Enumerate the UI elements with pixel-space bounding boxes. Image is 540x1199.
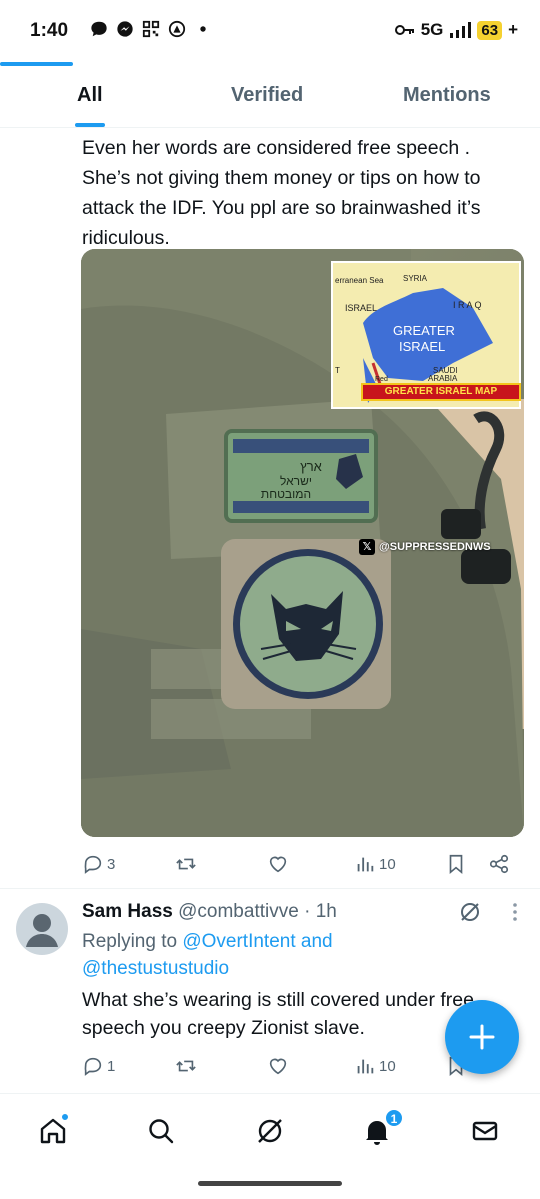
cat-patch xyxy=(221,539,391,709)
network-type: 5G xyxy=(420,20,444,39)
reply-reply-button[interactable]: 1 xyxy=(82,1055,115,1077)
analytics-icon xyxy=(357,857,374,872)
reply-author-name[interactable]: Sam Hass xyxy=(82,901,173,922)
watermark-text: @SUPPRESSEDNWS xyxy=(379,541,491,553)
views-button[interactable]: 10 xyxy=(354,853,396,875)
post-image[interactable]: ארץ ישראל המובטחת erranean Sea SYRIA ISR… xyxy=(81,249,524,837)
status-notification-icons xyxy=(80,20,212,38)
post-action-bar: 3 10 xyxy=(82,849,522,879)
map-label-iraq: I R A Q xyxy=(453,300,482,310)
mention-overtintent[interactable]: @OvertIntent xyxy=(182,931,295,952)
home-indicator xyxy=(198,1181,342,1186)
map-label-greater: GREATER xyxy=(393,323,455,338)
nav-notifications[interactable]: 1 xyxy=(362,1108,404,1148)
tab-verified[interactable]: Verified xyxy=(231,84,303,107)
grok-icon xyxy=(258,1119,282,1143)
retweet-icon xyxy=(176,858,196,870)
bottom-navigation: 1 xyxy=(0,1093,540,1171)
map-label-israel: ISRAEL xyxy=(345,303,377,313)
qr-code-icon xyxy=(142,20,160,38)
reply-view-count: 10 xyxy=(379,1057,396,1075)
like-button[interactable] xyxy=(267,853,292,875)
grok-icon[interactable] xyxy=(458,900,482,924)
home-new-dot xyxy=(60,1112,70,1122)
replying-and: and xyxy=(295,931,333,952)
app-notification-icon xyxy=(168,20,186,38)
status-bar: 1:40 5G 63 + xyxy=(0,0,540,62)
flag-patch: ארץ ישראל המובטחת xyxy=(224,429,378,523)
reply-like-button[interactable] xyxy=(267,1055,292,1077)
tab-mentions[interactable]: Mentions xyxy=(403,84,491,107)
map-label-egypt: T xyxy=(335,366,340,375)
map-label-greater-israel: ISRAEL xyxy=(399,339,445,354)
nav-grok[interactable] xyxy=(255,1116,287,1148)
post-text: Even her words are considered free speec… xyxy=(82,137,481,249)
reply-reply-count: 1 xyxy=(107,1057,116,1075)
share-button[interactable] xyxy=(488,853,510,875)
retweet-button[interactable] xyxy=(175,853,200,875)
map-label-red: Red xyxy=(375,376,388,383)
active-tab-underline xyxy=(75,123,105,127)
search-icon xyxy=(149,1119,174,1144)
compose-button[interactable] xyxy=(445,1000,519,1074)
view-count: 10 xyxy=(379,855,396,873)
map-banner: GREATER ISRAEL MAP xyxy=(361,383,521,401)
more-dot-icon xyxy=(200,26,206,32)
map-label-arabia: ARABIA xyxy=(428,374,458,383)
avatar[interactable] xyxy=(16,903,68,955)
reply-separator: · xyxy=(298,901,316,922)
heart-icon xyxy=(269,1058,287,1075)
reply-retweet-button[interactable] xyxy=(175,1055,200,1077)
battery-charging: + xyxy=(508,20,518,39)
reply-views-button[interactable]: 10 xyxy=(354,1055,396,1077)
nav-search[interactable] xyxy=(146,1116,178,1148)
tab-all[interactable]: All xyxy=(77,84,103,107)
status-right: 5G 63 + xyxy=(394,20,518,40)
reply-icon xyxy=(84,1057,102,1076)
heart-icon xyxy=(269,856,287,873)
reply-count: 3 xyxy=(107,855,116,873)
scroll-progress-indicator xyxy=(0,62,73,66)
retweet-icon xyxy=(176,1060,196,1072)
greater-israel-map-inset: erranean Sea SYRIA ISRAEL I R A Q GREATE… xyxy=(331,261,521,409)
nav-home[interactable] xyxy=(38,1112,70,1148)
replying-prefix: Replying to xyxy=(82,931,183,952)
reply-author-handle[interactable]: @combattivve xyxy=(178,901,299,922)
envelope-icon xyxy=(472,1121,498,1141)
patch-line-1: ארץ xyxy=(300,459,322,474)
bookmark-button[interactable] xyxy=(445,853,467,875)
replying-to: Replying to @OvertIntent and @thestustus… xyxy=(82,928,502,982)
notification-tabs: All Verified Mentions xyxy=(0,62,540,128)
default-avatar-icon xyxy=(26,914,58,947)
bookmark-icon xyxy=(449,854,463,875)
reply-time: 1h xyxy=(315,901,337,922)
analytics-icon xyxy=(357,1059,374,1074)
battery-level: 63 xyxy=(477,20,503,40)
reply-button[interactable]: 3 xyxy=(82,853,115,875)
status-time: 1:40 xyxy=(30,20,69,41)
map-label-syria: SYRIA xyxy=(403,274,428,283)
map-label-sea: erranean Sea xyxy=(335,276,384,285)
more-options-icon[interactable] xyxy=(512,902,518,922)
chat-bubble-icon xyxy=(91,21,107,37)
reply-icon xyxy=(84,855,102,874)
x-logo-icon: 𝕏 xyxy=(359,539,375,555)
image-watermark: 𝕏 @SUPPRESSEDNWS xyxy=(359,539,491,555)
plus-icon xyxy=(469,1024,495,1050)
post-divider xyxy=(0,888,540,889)
reply-header: Sam Hass @combattivve · 1h xyxy=(82,901,337,923)
share-icon xyxy=(489,854,509,874)
key-icon xyxy=(394,25,414,35)
notification-badge: 1 xyxy=(384,1108,404,1128)
reply-header-icons xyxy=(458,900,518,924)
mention-thestustustudio[interactable]: @thestustustudio xyxy=(82,958,229,979)
signal-icon xyxy=(450,22,472,38)
nav-messages[interactable] xyxy=(470,1116,502,1148)
patch-line-2: ישראל xyxy=(280,474,312,488)
messenger-icon xyxy=(117,21,133,37)
patch-line-3: המובטחת xyxy=(261,487,311,501)
